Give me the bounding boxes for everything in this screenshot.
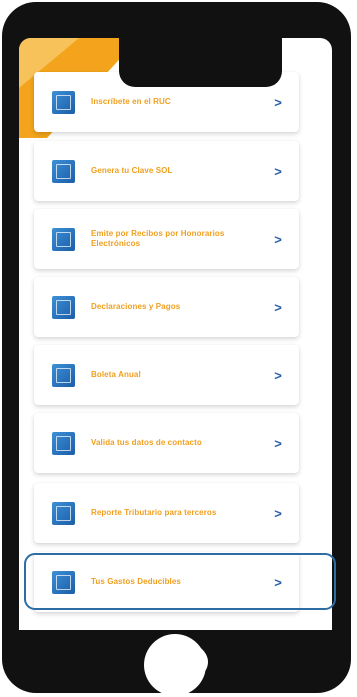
chevron-right-icon: > <box>274 435 282 451</box>
menu-item-label: Declaraciones y Pagos <box>91 302 181 311</box>
report-icon <box>52 501 75 525</box>
menu-item-reporte-tributario[interactable]: Reporte Tributario para terceros > <box>34 483 299 543</box>
menu-item-label: Emite por Recibos por Honorarios Electró… <box>91 229 225 248</box>
menu-item-label: Valida tus datos de contacto <box>91 438 202 447</box>
chevron-right-icon: > <box>274 505 282 521</box>
key-icon <box>52 159 75 183</box>
menu-item-label: Inscríbete en el RUC <box>91 97 171 106</box>
menu-item-boleta-anual[interactable]: Boleta Anual > <box>34 345 299 405</box>
receipt-icon <box>52 227 75 251</box>
screen-bottom-edge <box>19 630 332 633</box>
chevron-right-icon: > <box>274 163 282 179</box>
menu-item-label: Reporte Tributario para terceros <box>91 508 217 517</box>
menu-item-clave-sol[interactable]: Genera tu Clave SOL > <box>34 141 299 201</box>
phone-notch <box>119 38 282 87</box>
selection-highlight <box>24 553 336 610</box>
chevron-right-icon: > <box>274 299 282 315</box>
menu-item-recibos-honorarios[interactable]: Emite por Recibos por Honorarios Electró… <box>34 209 299 269</box>
home-button[interactable] <box>144 634 208 696</box>
menu-item-label: Genera tu Clave SOL <box>91 166 173 175</box>
document-icon <box>52 295 75 319</box>
chevron-right-icon: > <box>274 231 282 247</box>
menu-item-label: Boleta Anual <box>91 370 141 379</box>
chevron-right-icon: > <box>274 94 282 110</box>
menu-item-declaraciones-pagos[interactable]: Declaraciones y Pagos > <box>34 277 299 337</box>
id-card-icon <box>52 90 75 114</box>
card-icon <box>52 363 75 387</box>
menu-item-datos-contacto[interactable]: Valida tus datos de contacto > <box>34 413 299 473</box>
contact-icon <box>52 431 75 455</box>
chevron-right-icon: > <box>274 367 282 383</box>
